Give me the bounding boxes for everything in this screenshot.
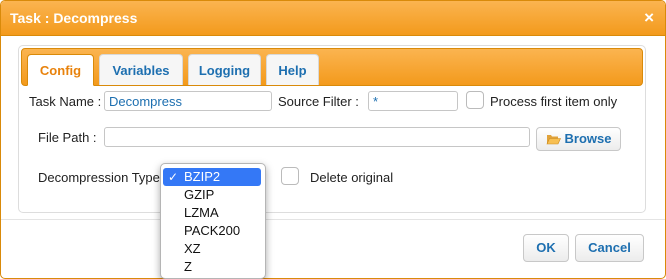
task-name-input[interactable] bbox=[104, 91, 272, 111]
dropdown-option-gzip[interactable]: GZIP bbox=[163, 186, 261, 204]
option-label: PACK200 bbox=[184, 223, 241, 238]
option-label: BZIP2 bbox=[184, 169, 221, 184]
tab-bar: Config Variables Logging Help bbox=[21, 48, 643, 86]
checkmark-icon: ✓ bbox=[168, 170, 179, 184]
dropdown-option-lzma[interactable]: LZMA bbox=[163, 204, 261, 222]
dialog-title: Task : Decompress bbox=[10, 10, 138, 26]
file-path-input[interactable] bbox=[104, 127, 530, 147]
dropdown-option-pack200[interactable]: PACK200 bbox=[163, 222, 261, 240]
decompression-type-label: Decompression Type bbox=[38, 170, 160, 185]
file-path-label: File Path : bbox=[38, 130, 97, 145]
process-first-checkbox[interactable] bbox=[466, 91, 484, 109]
option-label: GZIP bbox=[184, 187, 215, 202]
dropdown-option-z[interactable]: Z bbox=[163, 258, 261, 276]
cancel-button[interactable]: Cancel bbox=[575, 234, 644, 262]
delete-original-checkbox[interactable] bbox=[281, 167, 299, 185]
decompress-task-dialog: Task : Decompress × Config Variables Log… bbox=[0, 0, 666, 279]
option-label: Z bbox=[184, 259, 192, 274]
folder-open-icon bbox=[546, 130, 561, 152]
footer-divider bbox=[1, 219, 665, 220]
tab-logging[interactable]: Logging bbox=[188, 54, 261, 85]
browse-label: Browse bbox=[564, 131, 612, 146]
option-label: LZMA bbox=[184, 205, 219, 220]
browse-button[interactable]: Browse bbox=[536, 127, 621, 151]
task-name-label: Task Name : bbox=[29, 94, 102, 109]
dropdown-option-bzip2[interactable]: ✓ BZIP2 bbox=[163, 168, 261, 186]
source-filter-input[interactable] bbox=[368, 91, 458, 111]
tab-help[interactable]: Help bbox=[266, 54, 319, 85]
close-icon[interactable]: × bbox=[644, 8, 654, 28]
delete-original-label: Delete original bbox=[310, 170, 394, 185]
title-bar[interactable]: Task : Decompress × bbox=[1, 1, 665, 36]
option-label: XZ bbox=[184, 241, 201, 256]
ok-button[interactable]: OK bbox=[523, 234, 569, 262]
tab-config[interactable]: Config bbox=[27, 54, 94, 86]
dropdown-option-xz[interactable]: XZ bbox=[163, 240, 261, 258]
process-first-label: Process first item only bbox=[490, 94, 618, 109]
tab-variables[interactable]: Variables bbox=[99, 54, 183, 85]
decompression-type-dropdown[interactable]: ✓ BZIP2 GZIP LZMA PACK200 XZ Z bbox=[160, 163, 266, 279]
source-filter-label: Source Filter : bbox=[278, 94, 359, 109]
